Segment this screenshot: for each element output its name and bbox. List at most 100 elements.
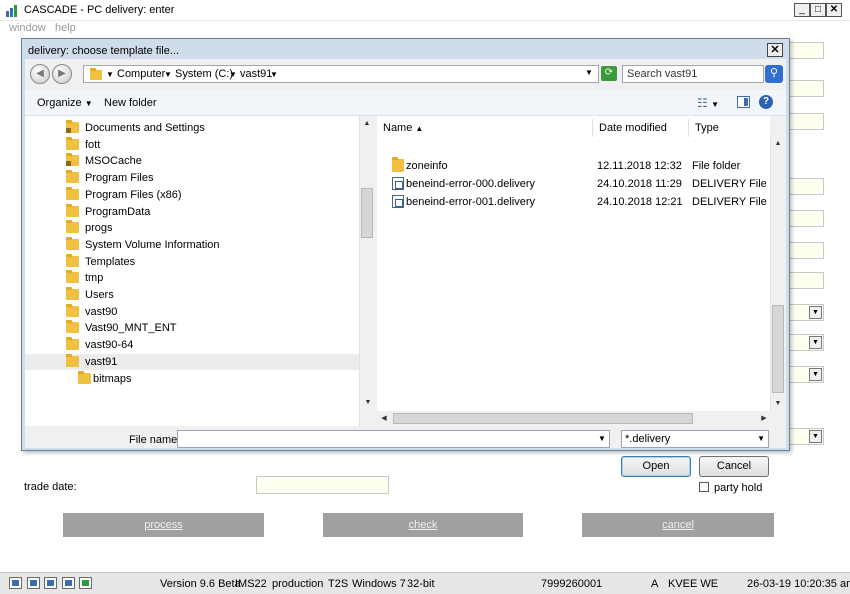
view-options-icon[interactable]: ☷ ▼ bbox=[697, 96, 719, 110]
address-bar[interactable]: ▼ Computer ▼ System (C:) ▼ vast91 ▼ ▼ bbox=[83, 65, 599, 83]
status-timestamp: 26-03-19 10:20:35 am bbox=[747, 578, 850, 590]
background-select[interactable]: ▼ bbox=[788, 428, 824, 445]
file-row[interactable]: zoneinfo 12.11.2018 12:32 File folder bbox=[377, 157, 770, 175]
forward-button[interactable]: ▶ bbox=[52, 64, 72, 84]
scroll-left-icon[interactable]: ◀ bbox=[377, 412, 391, 426]
toolbar-icon[interactable] bbox=[27, 577, 40, 589]
scroll-thumb[interactable] bbox=[361, 188, 373, 238]
status-environment: production bbox=[272, 578, 324, 590]
trade-date-input[interactable] bbox=[256, 476, 389, 494]
tree-item[interactable]: ProgramData bbox=[25, 203, 359, 220]
toolbar-icon[interactable] bbox=[9, 577, 22, 589]
breadcrumb-vast91[interactable]: vast91 bbox=[240, 68, 272, 80]
breadcrumb-drive[interactable]: System (C:) bbox=[175, 68, 233, 80]
tree-item[interactable]: progs bbox=[25, 220, 359, 236]
scroll-right-icon[interactable]: ▶ bbox=[757, 412, 771, 426]
address-dropdown-icon[interactable]: ▼ bbox=[585, 68, 593, 77]
menu-help[interactable]: help bbox=[55, 22, 76, 34]
dialog-cancel-button[interactable]: Cancel bbox=[699, 456, 769, 477]
background-field[interactable] bbox=[788, 80, 824, 97]
tree-item[interactable]: vast90 bbox=[25, 303, 359, 320]
tree-item[interactable]: System Volume Information bbox=[25, 236, 359, 253]
toolbar-icon[interactable] bbox=[62, 577, 75, 589]
column-date[interactable]: Date modified bbox=[593, 119, 689, 137]
background-select[interactable]: ▼ bbox=[788, 334, 824, 351]
open-button[interactable]: Open bbox=[621, 456, 691, 477]
tree-item[interactable]: Vast90_MNT_ENT bbox=[25, 320, 359, 336]
chevron-down-icon: ▼ bbox=[757, 434, 765, 443]
folder-icon bbox=[66, 320, 79, 334]
party-hold-checkbox[interactable] bbox=[699, 482, 709, 492]
locked-folder-icon bbox=[66, 120, 79, 133]
background-field[interactable] bbox=[788, 178, 824, 195]
folder-icon bbox=[90, 68, 102, 80]
maximize-button[interactable]: □ bbox=[810, 3, 826, 17]
file-name-input[interactable] bbox=[177, 430, 610, 448]
tree-item[interactable]: vast90-64 bbox=[25, 337, 359, 353]
column-type[interactable]: Type bbox=[689, 119, 770, 137]
scroll-down-icon[interactable]: ▼ bbox=[361, 396, 375, 410]
tree-item-label: vast90-64 bbox=[85, 339, 134, 352]
back-button[interactable]: ◀ bbox=[30, 64, 50, 84]
column-name[interactable]: Name ▲ bbox=[377, 119, 593, 137]
chevron-down-icon: ▼ bbox=[809, 336, 822, 349]
tree-item[interactable]: tmp bbox=[25, 270, 359, 286]
tree-vertical-scrollbar[interactable]: ▲ bbox=[359, 116, 375, 426]
check-button[interactable]: check bbox=[323, 513, 523, 537]
tree-horizontal-scrollbar[interactable]: ▼ bbox=[25, 395, 375, 411]
scroll-down-icon[interactable]: ▼ bbox=[771, 397, 785, 411]
file-row[interactable]: beneind-error-001.delivery 24.10.2018 12:… bbox=[377, 193, 770, 211]
minimize-button[interactable]: _ bbox=[794, 3, 810, 17]
tree-item[interactable]: Templates bbox=[25, 253, 359, 270]
cancel-button[interactable]: cancel bbox=[582, 513, 774, 537]
tree-item[interactable]: Users bbox=[25, 287, 359, 303]
tree-item[interactable]: bitmaps bbox=[25, 370, 359, 387]
chevron-down-icon: ▼ bbox=[809, 368, 822, 381]
tree-item[interactable]: fott bbox=[25, 136, 359, 153]
refresh-icon[interactable]: ⟳ bbox=[601, 66, 617, 81]
file-vertical-scrollbar[interactable]: ▲ ▼ bbox=[770, 137, 786, 411]
close-window-button[interactable]: ✕ bbox=[826, 3, 842, 17]
background-field[interactable] bbox=[788, 272, 824, 289]
tree-item[interactable]: Program Files bbox=[25, 170, 359, 186]
scroll-up-icon[interactable]: ▲ bbox=[360, 117, 374, 131]
tree-item-label: tmp bbox=[85, 272, 104, 285]
file-row[interactable]: beneind-error-000.delivery 24.10.2018 11:… bbox=[377, 175, 770, 193]
tree-item-label: Program Files bbox=[85, 172, 154, 185]
background-field[interactable] bbox=[788, 42, 824, 59]
file-horizontal-scrollbar[interactable]: ◀ ▶ bbox=[377, 411, 786, 427]
organize-button[interactable]: Organize ▼ bbox=[37, 97, 93, 109]
file-type-select[interactable]: *.delivery ▼ bbox=[621, 430, 769, 448]
background-select[interactable]: ▼ bbox=[788, 366, 824, 383]
process-button[interactable]: process bbox=[63, 513, 264, 537]
tree-item[interactable]: Documents and Settings bbox=[25, 120, 359, 136]
preview-pane-icon[interactable] bbox=[737, 96, 750, 108]
folder-icon bbox=[66, 236, 79, 250]
chevron-down-icon: ▼ bbox=[164, 70, 172, 79]
document-icon bbox=[392, 195, 404, 208]
help-icon[interactable]: ? bbox=[759, 95, 773, 109]
tree-item[interactable]: Program Files (x86) bbox=[25, 186, 359, 203]
background-field[interactable] bbox=[788, 242, 824, 259]
folder-icon bbox=[66, 203, 79, 217]
toolbar-icon[interactable] bbox=[79, 577, 92, 589]
dialog-toolbar: Organize ▼ New folder ☷ ▼ ? bbox=[25, 90, 786, 116]
toolbar-icon[interactable] bbox=[44, 577, 57, 589]
scroll-thumb[interactable] bbox=[393, 413, 693, 424]
tree-item[interactable]: MSOCache bbox=[25, 153, 359, 169]
search-input[interactable]: Search vast91 bbox=[622, 65, 764, 83]
background-field[interactable] bbox=[788, 210, 824, 227]
background-field[interactable] bbox=[788, 113, 824, 130]
tree-item-label: vast91 bbox=[85, 355, 118, 368]
dialog-close-button[interactable]: ✕ bbox=[767, 43, 783, 57]
menu-window[interactable]: window bbox=[9, 22, 46, 34]
scroll-thumb[interactable] bbox=[772, 305, 784, 393]
search-icon[interactable]: ⚲ bbox=[765, 65, 783, 83]
breadcrumb-computer[interactable]: Computer bbox=[117, 68, 165, 80]
scroll-up-icon[interactable]: ▲ bbox=[771, 137, 785, 151]
file-name-label: File name: bbox=[129, 434, 181, 446]
background-select[interactable]: ▼ bbox=[788, 304, 824, 321]
new-folder-button[interactable]: New folder bbox=[104, 97, 157, 109]
chevron-down-icon[interactable]: ▼ bbox=[595, 431, 609, 447]
tree-item[interactable]: vast91 bbox=[25, 353, 359, 370]
